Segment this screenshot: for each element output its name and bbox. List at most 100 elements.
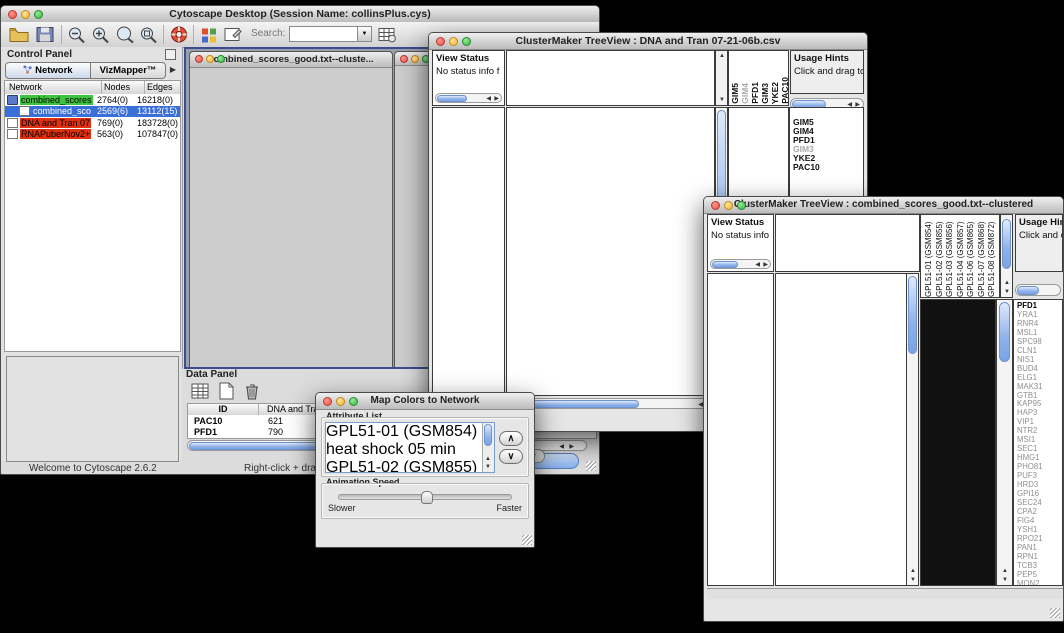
- minimize-icon[interactable]: [411, 55, 419, 63]
- zoom-in-icon[interactable]: [91, 25, 111, 44]
- move-down-button[interactable]: ∨: [499, 449, 523, 464]
- gene-label: MON2: [1017, 580, 1062, 586]
- resize-grip[interactable]: [522, 535, 532, 545]
- treeview2-vscrollbar[interactable]: ▲▼: [906, 273, 919, 586]
- network-row[interactable]: DNA and Tran 07769(0)183728(0): [5, 117, 180, 129]
- treeview2-view-status: View Status No status info ◀▶: [707, 214, 774, 272]
- treeview2-column-labels: GPL51-01 (GSM854)GPL51-02 (GSM855)GPL51-…: [920, 214, 1000, 298]
- tab-overflow-icon[interactable]: ▶: [166, 62, 180, 77]
- attribute-item[interactable]: GPL51-01 (GSM854) heat shock 05 min: [326, 423, 494, 459]
- open-folder-icon[interactable]: [9, 25, 29, 44]
- save-icon[interactable]: [35, 25, 55, 44]
- zoom-window-icon[interactable]: [217, 55, 225, 63]
- zoom-window-icon[interactable]: [349, 397, 358, 406]
- main-title-bar[interactable]: Cytoscape Desktop (Session Name: collins…: [1, 6, 599, 23]
- treeview2-heatmap[interactable]: [775, 273, 907, 586]
- attribute-table-icon[interactable]: [377, 25, 397, 44]
- zoom-window-icon[interactable]: [737, 201, 746, 210]
- attribute-list[interactable]: GPL51-01 (GSM854) heat shock 05 minGPL51…: [325, 422, 495, 473]
- view-status-hscrollbar[interactable]: ◀▶: [435, 93, 502, 103]
- tab-network-label: Network: [35, 65, 72, 76]
- zoom-selected-icon[interactable]: [139, 25, 159, 44]
- treeview2-zoom-vscrollbar[interactable]: ▲▼: [996, 299, 1013, 586]
- control-panel: Control Panel Network VizMapper™ ▶ Netwo…: [1, 47, 183, 461]
- network-row[interactable]: RNAPuberNov2+563(0)107847(0): [5, 129, 180, 141]
- animation-speed-slider[interactable]: [338, 494, 512, 500]
- tab-vizmapper[interactable]: VizMapper™: [91, 62, 166, 79]
- zoom-fit-icon[interactable]: [115, 25, 135, 44]
- network-overview-panel[interactable]: [6, 356, 179, 462]
- search-input[interactable]: [289, 26, 361, 42]
- scroll-right-icon[interactable]: ▶: [569, 443, 574, 451]
- tab-network[interactable]: Network: [5, 62, 91, 79]
- close-icon[interactable]: [8, 10, 17, 19]
- network-edges: 13112(15): [137, 106, 180, 116]
- usage-hints-title: Usage Hints: [1016, 215, 1062, 228]
- help-lifesaver-icon[interactable]: [169, 25, 189, 44]
- column-label: GPL51-07 (GSM868): [977, 217, 986, 297]
- scroll-left-icon[interactable]: ◀: [559, 443, 564, 451]
- column-label: PFD1: [751, 82, 760, 104]
- network-window-a[interactable]: combined_scores_good.txt--cluste...: [189, 51, 393, 369]
- zoom-out-icon[interactable]: [67, 25, 87, 44]
- column-label: YKE2: [771, 82, 780, 104]
- column-header[interactable]: Edges: [145, 81, 180, 94]
- minimize-icon[interactable]: [21, 10, 30, 19]
- document-icon: [7, 118, 18, 128]
- resize-grip[interactable]: [1050, 608, 1060, 618]
- treeview2-row-dendrogram[interactable]: [707, 273, 774, 586]
- column-header[interactable]: Network: [5, 81, 102, 94]
- treeview2-labels-vscrollbar[interactable]: ▲▼: [1000, 214, 1013, 298]
- network-row[interactable]: combined_sco2569(6)13112(15): [5, 106, 180, 118]
- vizmapper-icon[interactable]: [199, 25, 219, 44]
- treeview1-zoom-heatmap[interactable]: [729, 120, 789, 171]
- attribute-list-vscrollbar[interactable]: ▲▼: [482, 423, 494, 472]
- treeview2-column-dendrogram: [775, 214, 920, 272]
- desktop: Cytoscape Desktop (Session Name: collins…: [0, 0, 1064, 633]
- document-icon: [7, 129, 18, 139]
- treeview1-top-vscrollbar[interactable]: ▲▼: [715, 50, 728, 106]
- attribute-grid-icon[interactable]: [190, 382, 210, 400]
- usage-hints-hscrollbar[interactable]: [1015, 284, 1061, 296]
- network-nodes: 2569(6): [97, 106, 137, 116]
- network-edges: 16218(0): [137, 95, 180, 105]
- minimize-icon[interactable]: [206, 55, 214, 63]
- slider-thumb[interactable]: [421, 491, 433, 504]
- treeview1-title-bar[interactable]: ClusterMaker TreeView : DNA and Tran 07-…: [429, 33, 867, 50]
- treeview1-heatmap[interactable]: [506, 107, 715, 396]
- minimize-icon[interactable]: [336, 397, 345, 406]
- cell-id: PAC10: [188, 416, 258, 426]
- attribute-item[interactable]: GPL51-02 (GSM855) heat shock 10 min: [326, 459, 494, 473]
- view-status-hscrollbar[interactable]: ◀▶: [710, 259, 771, 269]
- network-row[interactable]: combined_scores2764(0)16218(0): [5, 94, 180, 106]
- folder-icon: [7, 95, 18, 105]
- close-icon[interactable]: [436, 37, 445, 46]
- control-panel-tabs: Network VizMapper™ ▶: [5, 62, 180, 79]
- minimize-icon[interactable]: [449, 37, 458, 46]
- treeview2-zoom-heatmap[interactable]: [920, 299, 996, 586]
- usage-hints-title: Usage Hints: [791, 51, 863, 64]
- close-icon[interactable]: [323, 397, 332, 406]
- treeview2-title-bar[interactable]: ClusterMaker TreeView : combined_scores_…: [704, 197, 1063, 214]
- zoom-window-icon[interactable]: [462, 37, 471, 46]
- resize-grip[interactable]: [586, 461, 596, 471]
- treeview-window-2: ClusterMaker TreeView : combined_scores_…: [703, 196, 1064, 622]
- treeview1-column-dendrogram[interactable]: [506, 50, 715, 106]
- dialog-title-bar[interactable]: Map Colors to Network: [316, 393, 534, 410]
- treeview1-row-dendrogram[interactable]: [432, 107, 505, 396]
- close-icon[interactable]: [711, 201, 720, 210]
- column-label: GIM4: [741, 83, 750, 104]
- network-name-label: RNAPuberNov2+: [20, 129, 91, 139]
- move-up-button[interactable]: ∧: [499, 431, 523, 446]
- close-icon[interactable]: [400, 55, 408, 63]
- float-panel-icon[interactable]: [165, 49, 176, 60]
- minimize-icon[interactable]: [724, 201, 733, 210]
- new-attribute-icon[interactable]: [216, 382, 236, 400]
- close-icon[interactable]: [195, 55, 203, 63]
- annotation-icon[interactable]: [223, 25, 243, 44]
- search-dropdown-icon[interactable]: ▼: [357, 26, 372, 42]
- delete-attribute-icon[interactable]: [242, 382, 262, 400]
- column-header[interactable]: Nodes: [102, 81, 145, 94]
- network-view-canvas[interactable]: [190, 68, 390, 369]
- zoom-window-icon[interactable]: [34, 10, 43, 19]
